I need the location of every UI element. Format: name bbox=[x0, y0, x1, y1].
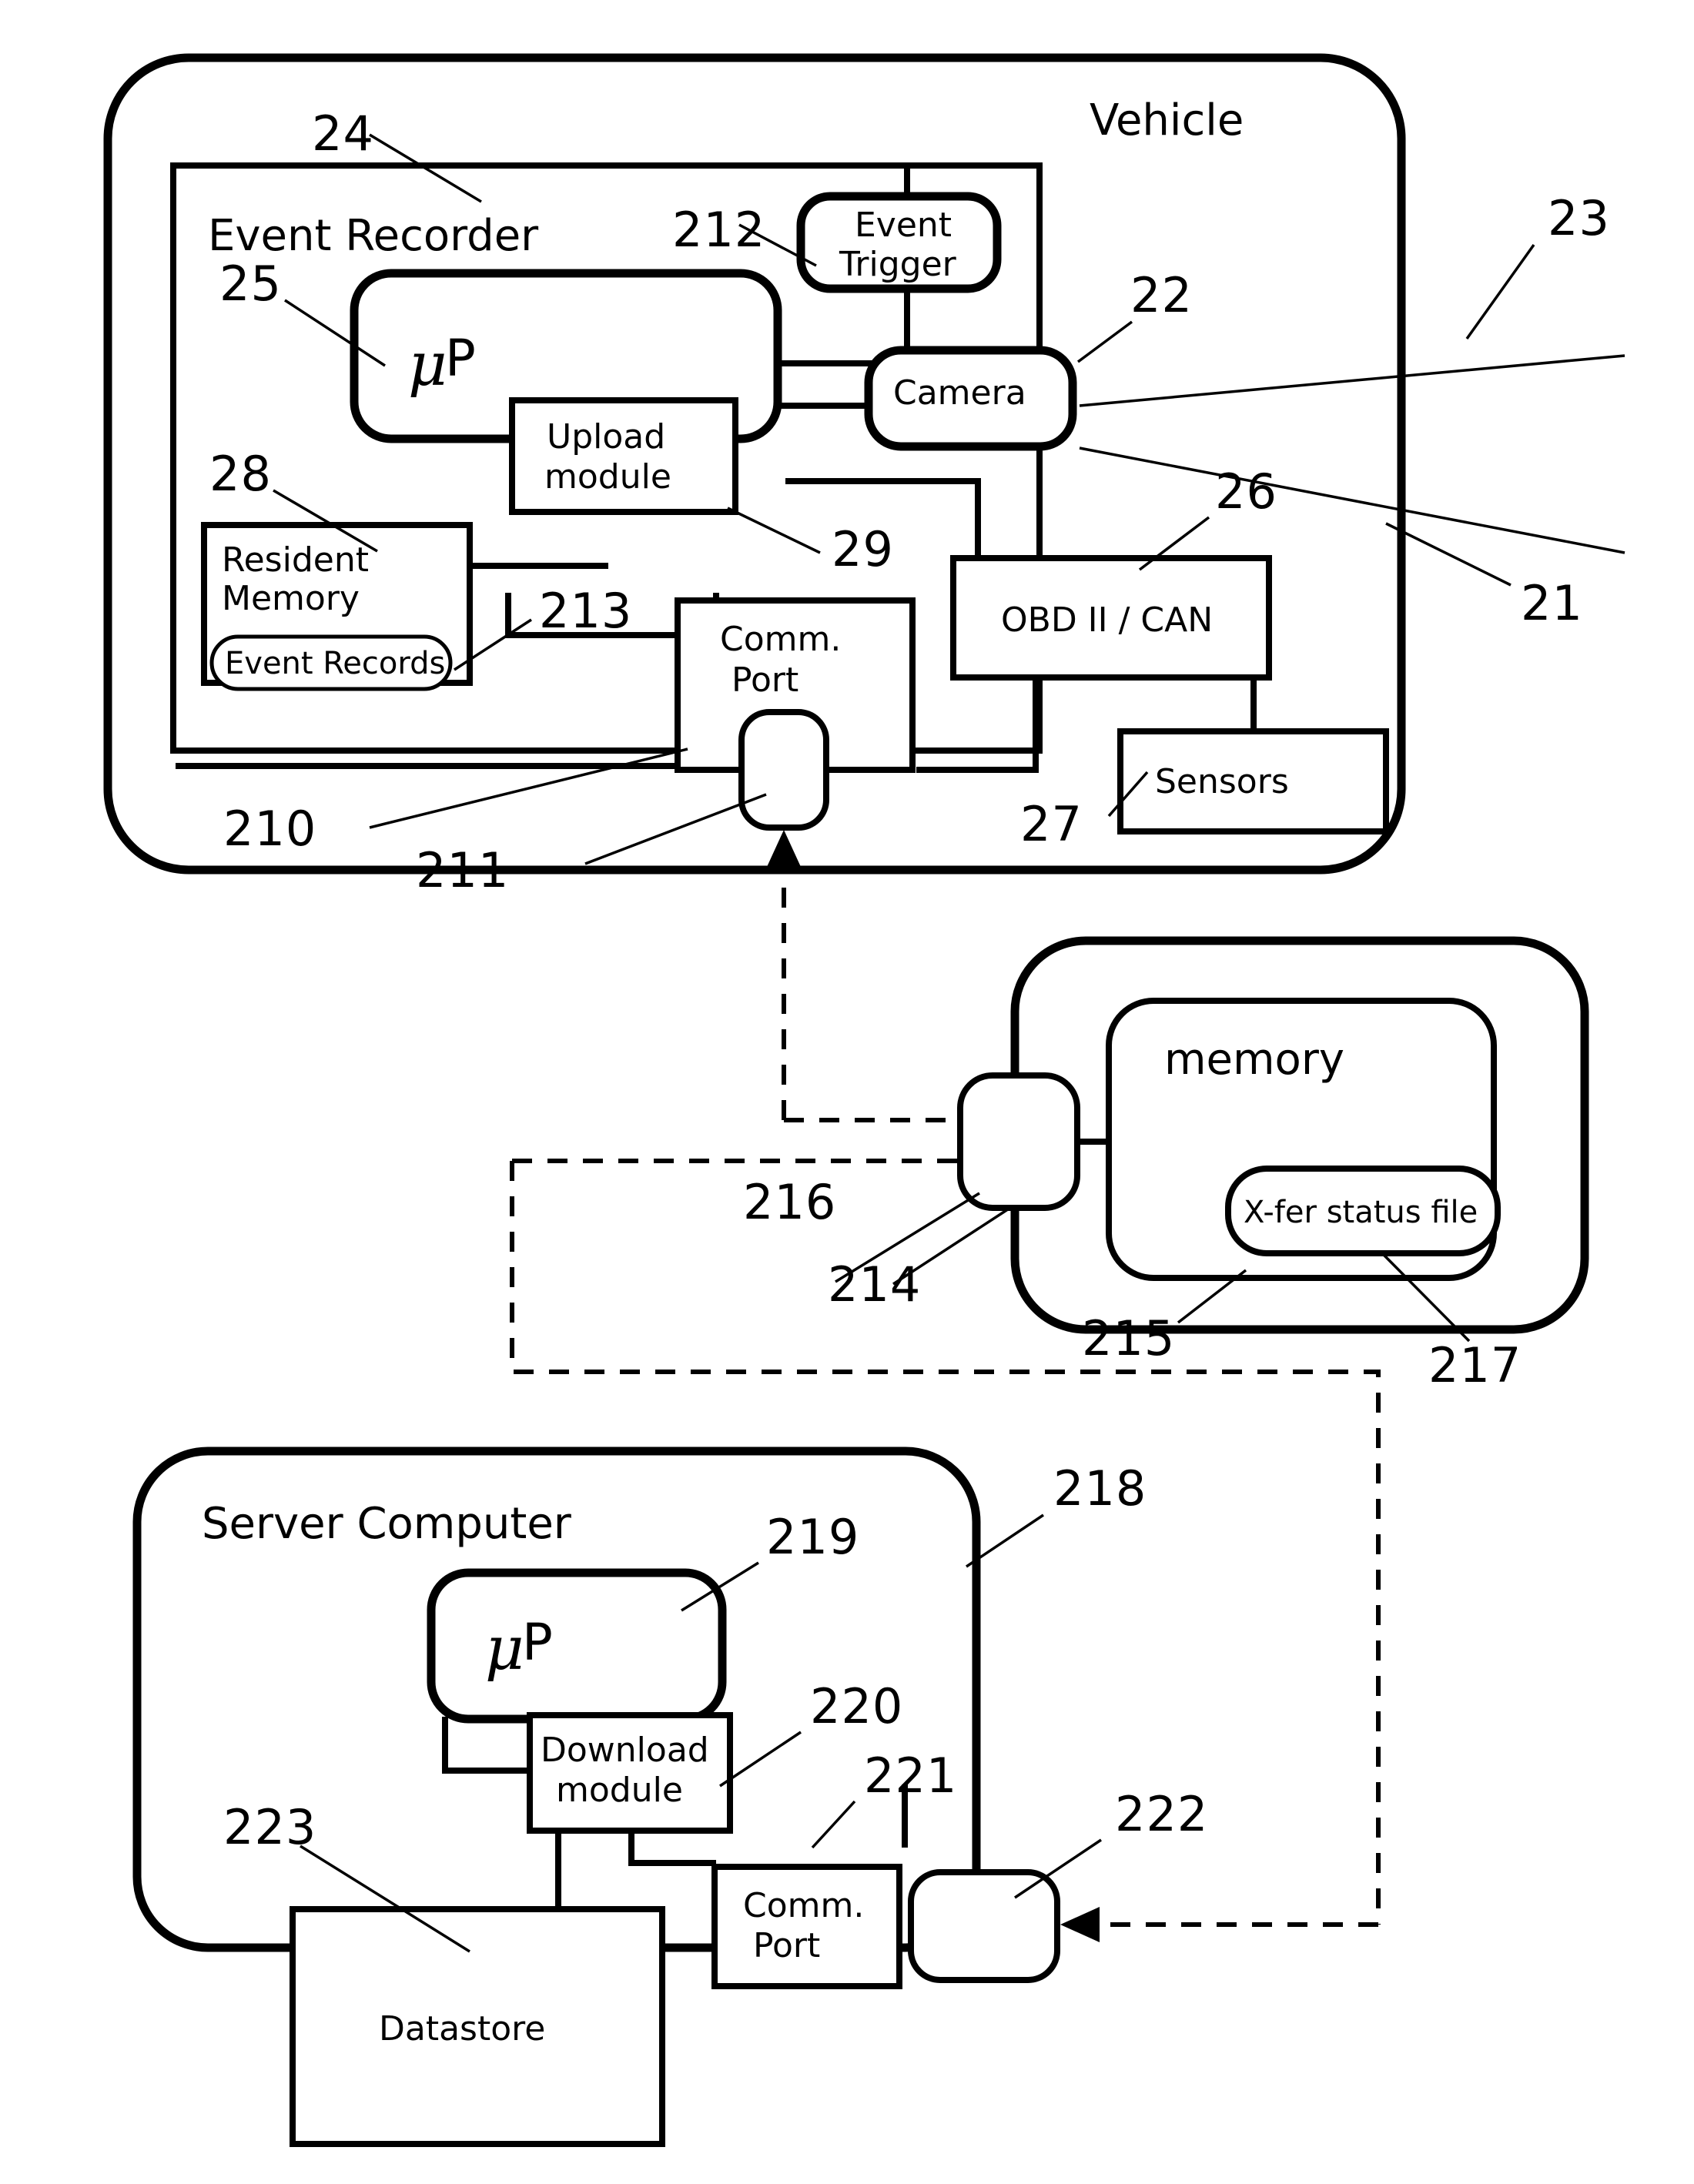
server-comm-port-label-2: Port bbox=[753, 1926, 820, 1965]
ref-29: 29 bbox=[832, 521, 894, 577]
ref-21: 21 bbox=[1521, 575, 1583, 631]
device-memory-label: memory bbox=[1164, 1035, 1344, 1085]
obd-can-label: OBD II / CAN bbox=[1001, 600, 1213, 640]
ref-211: 211 bbox=[416, 842, 509, 898]
server-microprocessor-p-glyph: P bbox=[522, 1613, 553, 1672]
event-recorder-label: Event Recorder bbox=[208, 211, 539, 261]
ref-212: 212 bbox=[672, 202, 765, 258]
leader-23 bbox=[1465, 243, 1535, 340]
ref-25: 25 bbox=[219, 256, 282, 312]
server-computer-label: Server Computer bbox=[202, 1499, 572, 1549]
ref-220: 220 bbox=[810, 1678, 903, 1734]
event-records-label: Event Records bbox=[225, 646, 445, 681]
microprocessor-mu-glyph: μ bbox=[408, 330, 447, 400]
resident-memory-label-2: Memory bbox=[222, 579, 360, 618]
server-comm-port-label-1: Comm. bbox=[743, 1886, 864, 1925]
event-trigger-label-1: Event bbox=[855, 206, 952, 245]
server-microprocessor-mu-glyph: μ bbox=[485, 1614, 524, 1684]
upload-module-label-2: module bbox=[544, 457, 671, 497]
event-trigger-label-2: Trigger bbox=[839, 245, 957, 284]
ref-24: 24 bbox=[312, 105, 374, 162]
server-comm-port-connector bbox=[908, 1869, 1060, 1983]
vehicle-label: Vehicle bbox=[1090, 95, 1244, 145]
ref-219: 219 bbox=[766, 1509, 859, 1565]
ref-23: 23 bbox=[1548, 190, 1610, 246]
download-module-label-2: module bbox=[556, 1771, 683, 1810]
download-module-label-1: Download bbox=[541, 1731, 709, 1770]
upload-module-label-1: Upload bbox=[547, 417, 665, 457]
diagram-svg: Vehicle 21 Event Recorder 24 μ P 25 Uplo… bbox=[103, 53, 1625, 2147]
ref-218: 218 bbox=[1053, 1460, 1147, 1517]
ref-27: 27 bbox=[1020, 796, 1083, 852]
ref-221: 221 bbox=[864, 1748, 957, 1804]
ref-215: 215 bbox=[1082, 1310, 1175, 1366]
microprocessor-p-glyph: P bbox=[445, 329, 476, 388]
microprocessor-box-server bbox=[427, 1568, 727, 1724]
arrowhead-into-server-port bbox=[1060, 1907, 1100, 1942]
vehicle-comm-port-label-2: Port bbox=[732, 661, 798, 700]
leader-222 bbox=[1014, 1838, 1102, 1899]
camera-label: Camera bbox=[893, 373, 1026, 413]
ref-217: 217 bbox=[1428, 1337, 1522, 1393]
ref-210: 210 bbox=[223, 801, 316, 857]
ref-28: 28 bbox=[209, 446, 272, 502]
ref-214: 214 bbox=[828, 1256, 921, 1313]
ref-26: 26 bbox=[1215, 463, 1277, 520]
vehicle-comm-port-connector bbox=[738, 709, 829, 831]
datastore-label: Datastore bbox=[379, 2009, 545, 2049]
ref-223: 223 bbox=[223, 1799, 316, 1855]
xfer-status-file-label: X-fer status file bbox=[1244, 1195, 1478, 1230]
intermediate-device-connector bbox=[957, 1072, 1080, 1211]
vehicle-comm-port-label-1: Comm. bbox=[720, 620, 841, 659]
ref-216: 216 bbox=[743, 1174, 836, 1230]
ref-22: 22 bbox=[1130, 267, 1193, 323]
patent-figure-canvas: Vehicle 21 Event Recorder 24 μ P 25 Uplo… bbox=[0, 0, 1694, 2184]
ref-213: 213 bbox=[539, 583, 632, 639]
ref-222: 222 bbox=[1115, 1786, 1208, 1842]
resident-memory-label-1: Resident bbox=[222, 540, 369, 580]
sensors-label: Sensors bbox=[1155, 762, 1289, 801]
